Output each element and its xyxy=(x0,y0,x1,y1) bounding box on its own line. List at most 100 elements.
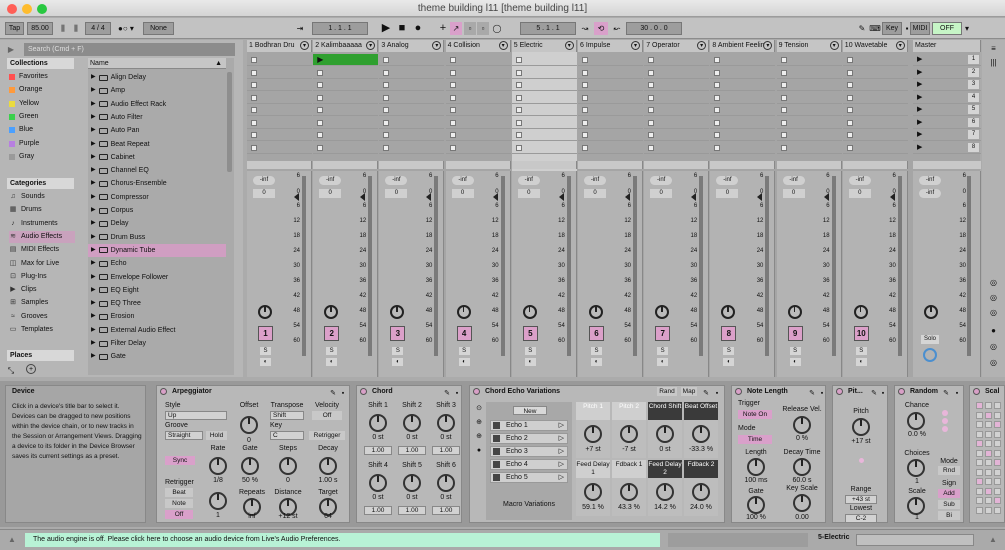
hold-button[interactable]: Hold xyxy=(206,431,227,440)
key-select[interactable]: C xyxy=(270,431,304,440)
clip-slot[interactable] xyxy=(644,67,710,79)
gate-knob[interactable] xyxy=(747,496,765,514)
clip-slot[interactable] xyxy=(842,117,908,129)
clip-slot[interactable] xyxy=(511,117,577,129)
clip-slot[interactable] xyxy=(710,142,776,154)
clip-slot[interactable] xyxy=(379,92,445,104)
mode-time-button[interactable]: Time xyxy=(738,435,772,444)
scene-row[interactable]: ▶ 6 xyxy=(913,117,981,129)
clip-slot[interactable] xyxy=(644,129,710,141)
macro-knob[interactable] xyxy=(656,483,674,501)
track-dropdown-icon[interactable]: ▾ xyxy=(432,41,442,50)
clip-stop-button-icon[interactable] xyxy=(846,107,853,113)
view-toggle-icon[interactable]: ≡ xyxy=(987,42,1000,55)
category-item[interactable]: ▤ MIDI Effects xyxy=(9,244,59,256)
clip-slot[interactable] xyxy=(644,79,710,91)
volume-field[interactable]: -inf xyxy=(650,176,673,185)
solo-button[interactable]: S xyxy=(326,347,338,355)
clip-slot[interactable] xyxy=(247,129,312,141)
scale-cell[interactable] xyxy=(994,411,1001,419)
scale-cell[interactable] xyxy=(994,478,1001,485)
pan-knob[interactable] xyxy=(324,305,339,319)
pitch-knob[interactable] xyxy=(852,418,870,436)
loop-length-field[interactable]: 30 . 0 . 0 xyxy=(626,22,682,35)
clip-slot[interactable] xyxy=(511,67,577,79)
scale-cell[interactable] xyxy=(985,487,992,495)
category-item[interactable]: ⊡ Plug-Ins xyxy=(9,271,47,283)
clip-stop-button-icon[interactable] xyxy=(383,82,390,88)
clip-stop-button-icon[interactable] xyxy=(515,57,522,63)
clip-stop-button-icon[interactable] xyxy=(251,107,257,113)
solo-button[interactable]: S xyxy=(591,347,602,355)
category-item[interactable]: ▶ Clips xyxy=(9,284,36,296)
edit-icon[interactable]: ✎ xyxy=(808,387,816,400)
clip-stop-button-icon[interactable] xyxy=(648,132,655,138)
status-toggle-icon[interactable]: ▲ xyxy=(5,533,19,546)
track-activator-button[interactable]: 8 xyxy=(721,326,737,341)
volume-fader-handle[interactable] xyxy=(360,193,366,201)
save-preset-icon[interactable]: ▪ xyxy=(953,387,961,400)
clip-slot[interactable] xyxy=(842,79,908,91)
device-list-item[interactable]: ▶ Echo xyxy=(88,257,226,270)
clip-stop-button-icon[interactable] xyxy=(383,107,390,113)
volume-fader-handle[interactable] xyxy=(757,193,763,201)
metronome-count-in[interactable]: None xyxy=(143,22,174,35)
length-knob[interactable] xyxy=(747,458,765,476)
expand-arrow-icon[interactable]: ▶ xyxy=(91,297,96,310)
clip-stop-button-icon[interactable] xyxy=(251,82,257,88)
scale-cell[interactable] xyxy=(994,487,1001,495)
scale-cell[interactable] xyxy=(976,468,983,476)
master-cue-volume-field[interactable]: -inf xyxy=(919,189,941,198)
clip-stop-button-icon[interactable] xyxy=(780,94,787,101)
clip-stop-button-icon[interactable] xyxy=(714,82,721,88)
name-column-header[interactable]: Name ▲ xyxy=(88,58,226,69)
arpeggiator-title[interactable]: Arpeggiator xyxy=(157,386,349,397)
stop-clips-row[interactable] xyxy=(644,161,710,169)
shift-knob[interactable] xyxy=(369,414,387,432)
pan-knob[interactable] xyxy=(721,305,736,319)
scale-cell[interactable] xyxy=(976,421,983,428)
pan-field[interactable]: 0 xyxy=(451,189,474,198)
scale-cell[interactable] xyxy=(976,402,983,409)
volume-fader-handle[interactable] xyxy=(691,193,697,201)
arm-icon[interactable]: ◐ xyxy=(326,358,338,366)
clip-slot[interactable] xyxy=(247,117,312,129)
clip-stop-button-icon[interactable] xyxy=(648,144,655,151)
expand-arrow-icon[interactable]: ▶ xyxy=(91,164,96,177)
pan-knob[interactable] xyxy=(787,305,802,319)
clip-stop-button-icon[interactable] xyxy=(383,57,390,63)
clip-slot[interactable] xyxy=(578,142,643,154)
clip-stop-button-icon[interactable] xyxy=(714,132,721,138)
scene-row[interactable]: ▶ 3 xyxy=(913,79,981,91)
clip-slot[interactable] xyxy=(842,67,908,79)
expand-arrow-icon[interactable]: ▶ xyxy=(91,138,96,151)
edit-icon[interactable]: ✎ xyxy=(329,387,337,400)
clip-stop-button-icon[interactable] xyxy=(780,107,787,113)
clip-stop-button-icon[interactable] xyxy=(714,107,721,113)
pan-field[interactable]: 0 xyxy=(584,189,606,198)
scene-row[interactable]: ▶ 5 xyxy=(913,104,981,116)
cpu-dropdown-icon[interactable]: ▾ xyxy=(963,22,971,35)
clip-stop-button-icon[interactable] xyxy=(846,119,853,126)
solo-button[interactable]: S xyxy=(524,347,536,355)
groove-select[interactable]: Straight xyxy=(165,431,203,440)
map-button[interactable]: Map xyxy=(681,387,697,396)
solo-cue-button[interactable]: Solo xyxy=(921,335,939,344)
expand-arrow-icon[interactable]: ▶ xyxy=(91,244,96,257)
track-header[interactable]: 1 Bodhran Dru ▾ xyxy=(247,40,312,52)
clip-stop-button-icon[interactable] xyxy=(515,132,522,138)
clip-stop-button-icon[interactable] xyxy=(846,132,853,138)
pan-field[interactable]: 0 xyxy=(385,189,408,198)
device-list-item[interactable]: ▶ Auto Pan xyxy=(88,124,226,137)
clip-slot[interactable] xyxy=(842,92,908,104)
scale-cell[interactable] xyxy=(985,478,992,485)
volume-fader-handle[interactable] xyxy=(426,193,432,201)
clip-stop-button-icon[interactable] xyxy=(780,82,787,88)
clip-stop-button-icon[interactable] xyxy=(780,69,787,76)
arm-icon[interactable]: ◐ xyxy=(524,358,536,366)
track-header[interactable]: 7 Operator ▾ xyxy=(644,40,710,52)
pan-knob[interactable] xyxy=(853,305,868,319)
shift-knob[interactable] xyxy=(403,474,421,492)
volume-field[interactable]: -inf xyxy=(782,176,805,185)
clip-stop-button-icon[interactable] xyxy=(317,82,324,88)
